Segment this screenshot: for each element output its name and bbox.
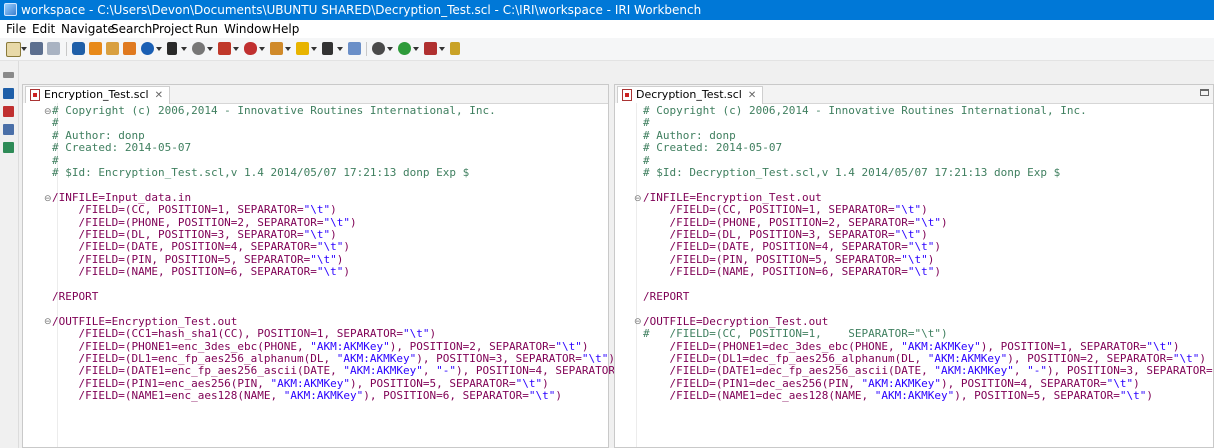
- filter-icon[interactable]: [322, 42, 333, 55]
- gear-run-dropdown-icon[interactable]: [207, 47, 213, 51]
- menu-help[interactable]: Help: [272, 20, 299, 38]
- scl-file-icon: [622, 89, 632, 101]
- editor-decryption: Decryption_Test.scl ✕ ⊖ ⊖ # Copyright (c)…: [614, 84, 1214, 448]
- fold-icon[interactable]: ⊖: [44, 193, 52, 205]
- shield-dropdown-icon[interactable]: [311, 47, 317, 51]
- import-icon[interactable]: [123, 42, 136, 55]
- shield-icon[interactable]: [296, 42, 309, 55]
- editor-tab-strip: Encryption_Test.scl ✕: [23, 85, 608, 104]
- menu-edit[interactable]: Edit: [32, 20, 55, 38]
- database-icon[interactable]: [244, 42, 257, 55]
- save-all-icon[interactable]: [47, 42, 60, 55]
- open-folder-icon[interactable]: [106, 42, 119, 55]
- database-dropdown-icon[interactable]: [259, 47, 265, 51]
- project-explorer-icon[interactable]: [3, 88, 14, 99]
- code-line: # Created: 2014-05-07: [643, 141, 783, 155]
- toolbar-separator: [66, 42, 67, 56]
- menu-file[interactable]: File: [6, 20, 26, 38]
- run-dropdown-icon[interactable]: [413, 47, 419, 51]
- editor-encryption: Encryption_Test.scl ✕ ⊖ ⊖ ⊖ # Copyright (…: [22, 84, 655, 448]
- pen-icon[interactable]: [450, 42, 460, 55]
- code-area[interactable]: ⊖ ⊖ ⊖ # Copyright (c) 2006,2014 - Innova…: [23, 104, 655, 447]
- code-line: /FIELD=(NAME, POSITION=6, SEPARATOR="\t"…: [643, 265, 942, 279]
- new-dropdown-icon[interactable]: [21, 47, 27, 51]
- debug-dropdown-icon[interactable]: [387, 47, 393, 51]
- run-icon[interactable]: [398, 42, 411, 55]
- menu-window[interactable]: Window: [224, 20, 271, 38]
- title-bar: workspace - C:\Users\Devon\Documents\UBU…: [0, 0, 1214, 20]
- outline-icon[interactable]: [3, 124, 14, 135]
- code-line: /FIELD=(NAME1=enc_aes128(NAME, "AKM:AKMK…: [52, 389, 562, 403]
- new-icon[interactable]: [6, 42, 21, 57]
- gear-run-icon[interactable]: [192, 42, 205, 55]
- network-icon[interactable]: [348, 42, 361, 55]
- code-line: /FIELD=(NAME, POSITION=6, SEPARATOR="\t"…: [52, 265, 351, 279]
- close-icon[interactable]: ✕: [155, 90, 163, 101]
- tab-label: Decryption_Test.scl: [636, 88, 742, 101]
- code-line: /FIELD=(NAME1=dec_aes128(NAME, "AKM:AKMK…: [643, 389, 1153, 403]
- menu-navigate[interactable]: Navigate: [61, 20, 115, 38]
- open-file-icon[interactable]: [89, 42, 102, 55]
- menu-bar: File Edit Navigate Search Project Run Wi…: [0, 20, 1214, 38]
- external-tools-dropdown-icon[interactable]: [439, 47, 445, 51]
- menu-project[interactable]: Project: [152, 20, 193, 38]
- scl-file-icon: [30, 89, 40, 101]
- left-trim-bar: [0, 61, 19, 448]
- maximize-icon[interactable]: [1200, 89, 1209, 96]
- code-line: #: [52, 116, 59, 130]
- migrate-icon[interactable]: [270, 42, 283, 55]
- console-icon[interactable]: [72, 42, 85, 55]
- code-line: # Copyright (c) 2006,2014 - Innovative R…: [52, 104, 496, 117]
- filter-dropdown-icon[interactable]: [337, 47, 343, 51]
- restore-icon[interactable]: [3, 72, 14, 78]
- save-icon[interactable]: [30, 42, 43, 55]
- menu-search[interactable]: Search: [111, 20, 152, 38]
- code-line: /REPORT: [643, 290, 690, 303]
- app-icon: [4, 3, 17, 16]
- main-toolbar: [0, 38, 1214, 61]
- code-line: # $Id: Encryption_Test.scl,v 1.4 2014/05…: [52, 166, 470, 179]
- code-line: /REPORT: [52, 290, 99, 303]
- globe-dropdown-icon[interactable]: [156, 47, 162, 51]
- fold-icon[interactable]: ⊖: [634, 193, 642, 205]
- report-dropdown-icon[interactable]: [233, 47, 239, 51]
- tab-label: Encryption_Test.scl: [44, 88, 149, 101]
- fold-icon[interactable]: ⊖: [634, 316, 642, 328]
- code-line: #: [643, 116, 650, 130]
- fold-icon[interactable]: ⊖: [44, 106, 52, 118]
- fold-icon[interactable]: ⊖: [44, 316, 52, 328]
- toolbar-separator: [366, 42, 367, 56]
- wand-icon[interactable]: [167, 42, 177, 55]
- external-tools-icon[interactable]: [424, 42, 437, 55]
- code-line: # Created: 2014-05-07: [52, 141, 192, 155]
- editor-tab-strip: Decryption_Test.scl ✕: [615, 85, 1213, 104]
- debug-gear-icon[interactable]: [372, 42, 385, 55]
- wand-dropdown-icon[interactable]: [181, 47, 187, 51]
- menu-run[interactable]: Run: [195, 20, 218, 38]
- code-area[interactable]: ⊖ ⊖ # Copyright (c) 2006,2014 - Innovati…: [615, 104, 1214, 447]
- globe-icon[interactable]: [141, 42, 154, 55]
- tab-decryption-test[interactable]: Decryption_Test.scl ✕: [617, 86, 764, 104]
- migrate-dropdown-icon[interactable]: [285, 47, 291, 51]
- code-line: # Copyright (c) 2006,2014 - Innovative R…: [643, 104, 1087, 117]
- code-line: # $Id: Decryption_Test.scl,v 1.4 2014/05…: [643, 166, 1061, 179]
- tab-encryption-test[interactable]: Encryption_Test.scl ✕: [25, 86, 170, 104]
- problems-icon[interactable]: [3, 142, 14, 153]
- close-icon[interactable]: ✕: [748, 90, 756, 101]
- report-icon[interactable]: [218, 42, 231, 55]
- data-source-icon[interactable]: [3, 106, 14, 117]
- window-title: workspace - C:\Users\Devon\Documents\UBU…: [21, 3, 702, 17]
